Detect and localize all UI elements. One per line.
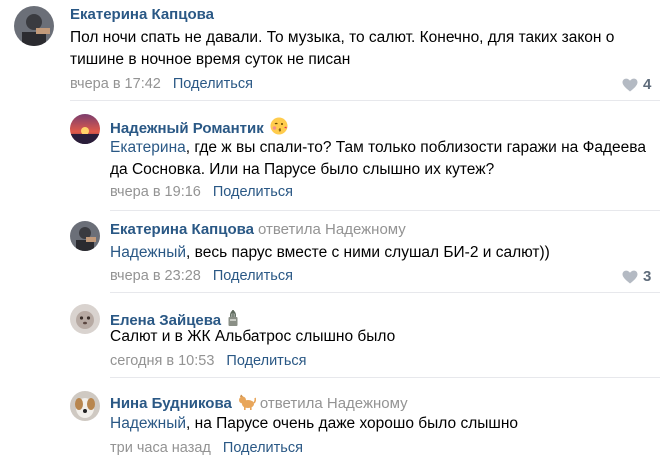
comment-date[interactable]: сегодня в 10:53 <box>110 353 214 369</box>
comment-reply: Нина Будникова ответила Надежному Надежны… <box>0 377 672 468</box>
comment-text: Пол ночи спать не давали. То музыка, то … <box>70 27 660 71</box>
comment-date[interactable]: вчера в 23:28 <box>110 268 201 284</box>
avatar[interactable] <box>70 221 100 251</box>
share-button[interactable]: Поделиться <box>223 440 303 456</box>
like-button[interactable]: 3 <box>622 268 651 285</box>
comment-meta: вчера в 17:42 Поделиться <box>70 76 253 92</box>
author-name[interactable]: Нина Будникова <box>110 395 232 412</box>
share-button[interactable]: Поделиться <box>226 353 306 369</box>
comment-body: Салют и в ЖК Альбатрос слышно было <box>110 328 396 345</box>
comment-text: Екатерина, где ж вы спали-то? Там только… <box>110 137 650 181</box>
comment-body: Пол ночи спать не давали. То музыка, то … <box>70 29 615 68</box>
author-name[interactable]: Надежный Романтик <box>110 120 264 137</box>
heart-icon <box>622 78 638 91</box>
comment-text: Надежный, на Парусе очень даже хорошо бы… <box>110 413 650 435</box>
kissing-face-emoji <box>270 117 288 139</box>
reply-to-link[interactable]: ответила Надежному <box>258 221 406 238</box>
comment-body: , где ж вы спали-то? Там только поблизос… <box>110 139 646 178</box>
comment-reply: Екатерина Капцова ответила Надежному Наде… <box>0 210 672 293</box>
heart-icon <box>622 270 638 283</box>
comment-author[interactable]: Нина Будникова ответила Надежному <box>110 394 408 414</box>
comment-body: , на Парусе очень даже хорошо было слышн… <box>186 415 518 432</box>
comment-meta: вчера в 19:16 Поделиться <box>110 184 293 200</box>
share-button[interactable]: Поделиться <box>213 184 293 200</box>
like-count: 3 <box>643 268 652 285</box>
comment-reply: Надежный Романтик Екатерина, где ж вы сп… <box>0 100 672 211</box>
comment-text: Салют и в ЖК Альбатрос слышно было <box>110 326 650 348</box>
avatar[interactable] <box>70 114 100 144</box>
dog-emoji <box>238 394 256 414</box>
comment-meta: вчера в 23:28 Поделиться <box>110 268 293 284</box>
author-name[interactable]: Екатерина Капцова <box>70 6 214 23</box>
avatar[interactable] <box>14 6 54 46</box>
comment-author[interactable]: Надежный Романтик <box>110 117 288 139</box>
comment-reply: Елена Зайцева Салют и в ЖК Альбатрос слы… <box>0 292 672 378</box>
mention-link[interactable]: Надежный <box>110 415 186 432</box>
comment-text: Надежный, весь парус вместе с ними слуша… <box>110 242 650 264</box>
reply-to-link[interactable]: ответила Надежному <box>260 395 408 412</box>
avatar[interactable] <box>70 304 100 334</box>
mention-link[interactable]: Екатерина <box>110 139 186 156</box>
author-name[interactable]: Екатерина Капцова <box>110 221 254 238</box>
share-button[interactable]: Поделиться <box>173 76 253 92</box>
comment-date[interactable]: вчера в 19:16 <box>110 184 201 200</box>
comment-date[interactable]: вчера в 17:42 <box>70 76 161 92</box>
comment-meta: сегодня в 10:53 Поделиться <box>110 353 306 369</box>
like-button[interactable]: 4 <box>622 76 651 93</box>
comment-meta: три часа назад Поделиться <box>110 440 303 456</box>
comment-author[interactable]: Екатерина Капцова <box>70 6 214 23</box>
comment-body: , весь парус вместе с ними слушал БИ-2 и… <box>186 244 550 261</box>
like-count: 4 <box>643 76 652 93</box>
share-button[interactable]: Поделиться <box>213 268 293 284</box>
avatar[interactable] <box>70 391 100 421</box>
comment-date[interactable]: три часа назад <box>110 440 211 456</box>
comment: Екатерина Капцова Пол ночи спать не дава… <box>0 0 672 101</box>
comment-author[interactable]: Екатерина Капцова ответила Надежному <box>110 221 406 238</box>
mention-link[interactable]: Надежный <box>110 244 186 261</box>
